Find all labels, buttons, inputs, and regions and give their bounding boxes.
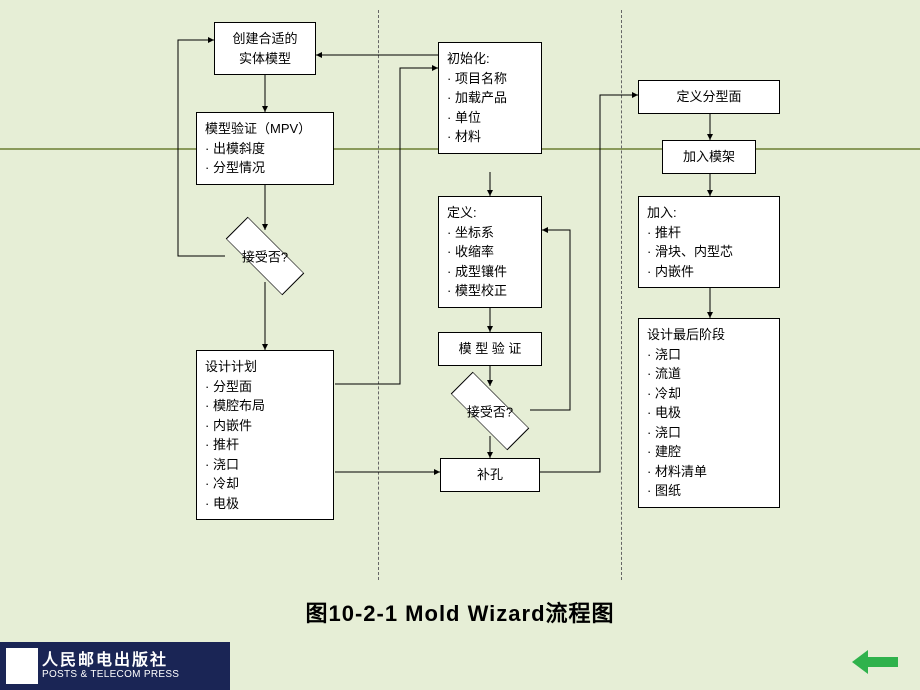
decision-label: 接受否? [225, 247, 305, 266]
box-model-verify: 模型验证（MPV） 出模斜度 分型情况 [196, 112, 334, 185]
list-item: 材料 [447, 127, 533, 147]
list-item: 电极 [205, 494, 325, 514]
box-title: 模型验证（MPV） [205, 119, 325, 139]
box-title: 加入: [647, 203, 771, 223]
list-item: 单位 [447, 108, 533, 128]
list-item: 冷却 [647, 384, 771, 404]
list-item: 图纸 [647, 481, 771, 501]
decision-accept-1: 接受否? [225, 231, 305, 281]
box-model-verify-2: 模 型 验 证 [438, 332, 542, 366]
decision-label: 接受否? [450, 402, 530, 421]
list-item: 流道 [647, 364, 771, 384]
list-item: 项目名称 [447, 69, 533, 89]
list-item: 冷却 [205, 474, 325, 494]
box-title: 设计计划 [205, 357, 325, 377]
list-item: 滑块、内型芯 [647, 242, 771, 262]
publisher-name-cn: 人民邮电出版社 [42, 652, 179, 670]
box-patch-holes: 补孔 [440, 458, 540, 492]
box-create-model: 创建合适的 实体模型 [214, 22, 316, 75]
list-item: 成型镶件 [447, 262, 533, 282]
back-arrow-icon[interactable] [852, 650, 898, 674]
box-title: 定义: [447, 203, 533, 223]
list-item: 坐标系 [447, 223, 533, 243]
publisher-badge: 人民邮电出版社 POSTS & TELECOM PRESS [0, 642, 230, 690]
list-item: 出模斜度 [205, 139, 325, 159]
list-item: 推杆 [647, 223, 771, 243]
box-add-moldbase: 加入模架 [662, 140, 756, 174]
list-item: 建腔 [647, 442, 771, 462]
publisher-logo-icon [6, 648, 38, 684]
list-item: 浇口 [205, 455, 325, 475]
list-item: 浇口 [647, 345, 771, 365]
list-item: 收缩率 [447, 242, 533, 262]
list-item: 推杆 [205, 435, 325, 455]
box-init: 初始化: 项目名称 加载产品 单位 材料 [438, 42, 542, 154]
list-item: 模型校正 [447, 281, 533, 301]
divider-1 [378, 10, 379, 580]
box-title: 初始化: [447, 49, 533, 69]
box-title: 设计最后阶段 [647, 325, 771, 345]
box-parting-surface: 定义分型面 [638, 80, 780, 114]
list-item: 内嵌件 [647, 262, 771, 282]
list-item: 加载产品 [447, 88, 533, 108]
list-item: 材料清单 [647, 462, 771, 482]
publisher-name-en: POSTS & TELECOM PRESS [42, 669, 179, 680]
box-design-plan: 设计计划 分型面 模腔布局 内嵌件 推杆 浇口 冷却 电极 [196, 350, 334, 520]
box-define: 定义: 坐标系 收缩率 成型镶件 模型校正 [438, 196, 542, 308]
list-item: 模腔布局 [205, 396, 325, 416]
list-item: 电极 [647, 403, 771, 423]
figure-caption: 图10-2-1 Mold Wizard流程图 [0, 596, 920, 628]
divider-2 [621, 10, 622, 580]
list-item: 分型面 [205, 377, 325, 397]
box-add-components: 加入: 推杆 滑块、内型芯 内嵌件 [638, 196, 780, 288]
list-item: 内嵌件 [205, 416, 325, 436]
list-item: 浇口 [647, 423, 771, 443]
decision-accept-2: 接受否? [450, 386, 530, 436]
list-item: 分型情况 [205, 158, 325, 178]
box-final-stage: 设计最后阶段 浇口 流道 冷却 电极 浇口 建腔 材料清单 图纸 [638, 318, 780, 508]
